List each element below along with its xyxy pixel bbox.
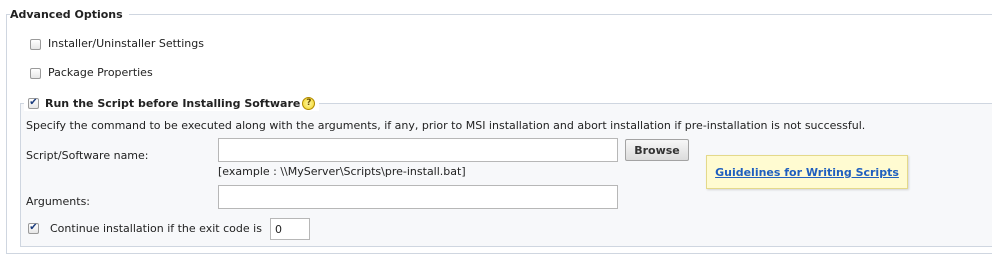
package-properties-label: Package Properties — [48, 66, 153, 79]
continue-installation-checkbox[interactable]: ✔ — [28, 223, 39, 234]
exit-code-input[interactable] — [270, 218, 310, 240]
guidelines-link[interactable]: Guidelines for Writing Scripts — [715, 166, 899, 179]
section-title: Advanced Options — [10, 8, 129, 22]
continue-installation-label: Continue installation if the exit code i… — [50, 222, 262, 235]
script-description: Specify the command to be executed along… — [26, 119, 866, 132]
question-icon[interactable]: ? — [302, 96, 316, 110]
browse-button[interactable]: Browse — [625, 139, 689, 161]
guidelines-box: Guidelines for Writing Scripts — [706, 155, 908, 189]
arguments-input[interactable] — [218, 185, 618, 209]
checkmark-icon: ✔ — [29, 222, 38, 233]
script-name-label: Script/Software name: — [26, 149, 149, 162]
script-example-text: [example : \\MyServer\Scripts\pre-instal… — [218, 165, 466, 178]
installer-settings-label: Installer/Uninstaller Settings — [48, 37, 204, 50]
checkmark-icon: ✔ — [29, 96, 38, 108]
pre-install-script-label: Run the Script before Installing Softwar… — [45, 96, 301, 110]
package-properties-checkbox[interactable] — [30, 68, 41, 79]
pre-install-script-checkbox[interactable]: ✔ — [28, 96, 39, 109]
arguments-label: Arguments: — [26, 195, 91, 208]
installer-settings-checkbox[interactable] — [30, 39, 41, 50]
script-name-input[interactable] — [218, 138, 618, 162]
pre-install-legend: ✔ Run the Script before Installing Softw… — [24, 95, 320, 111]
